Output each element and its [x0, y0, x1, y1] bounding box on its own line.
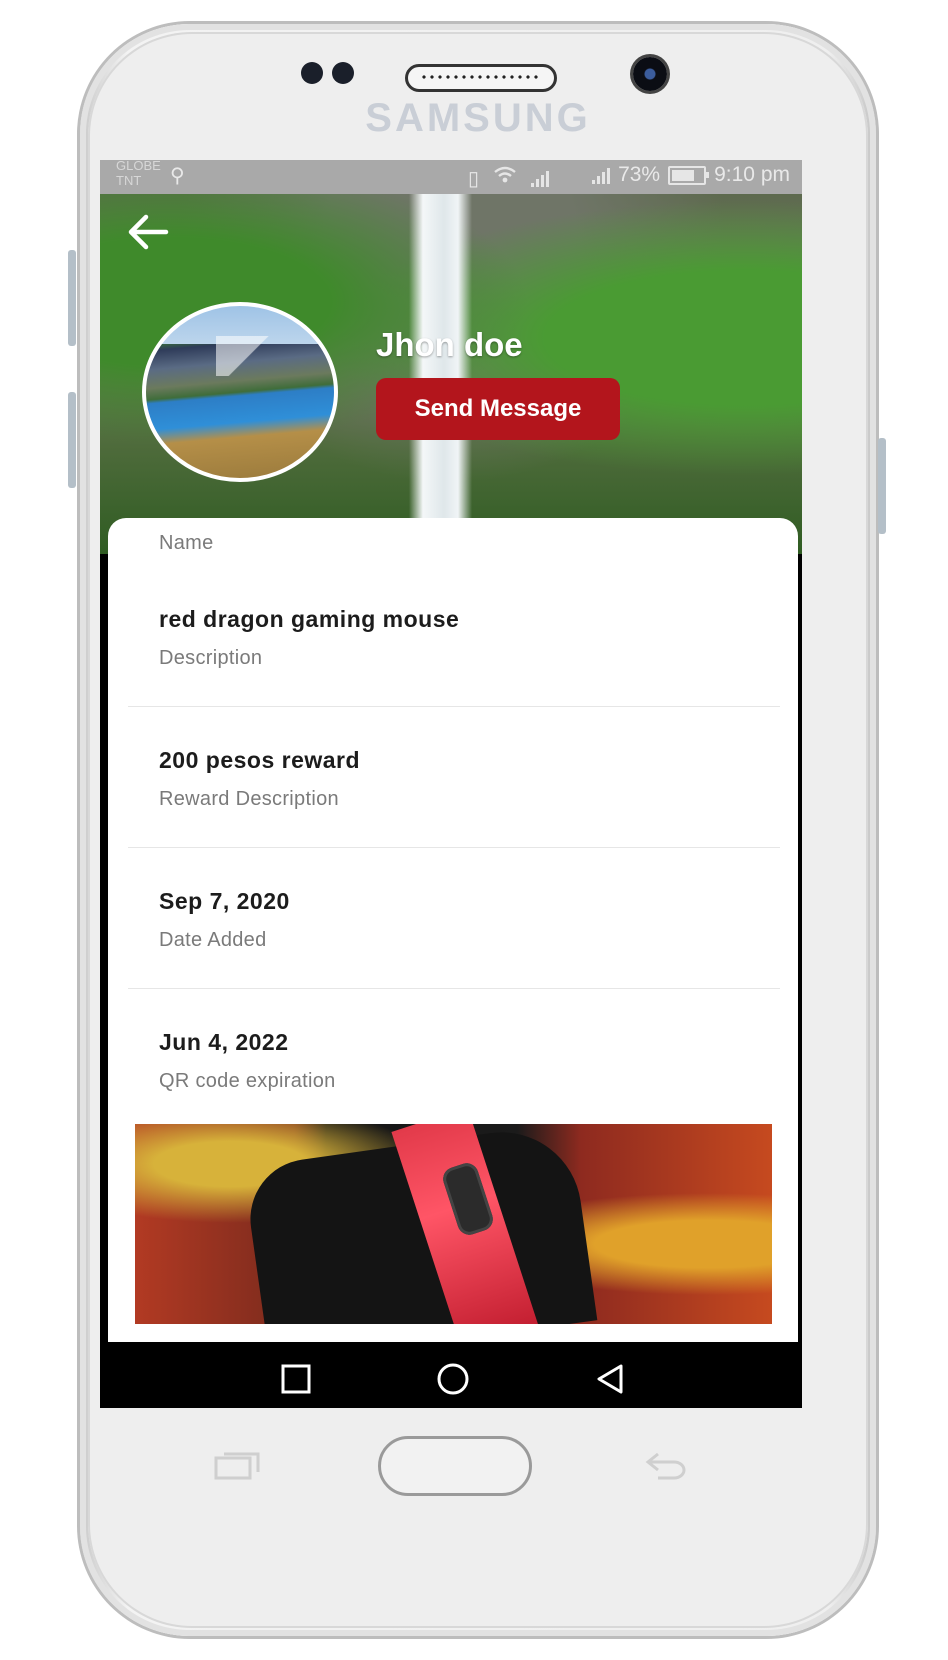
detail-item-description: red dragon gaming mouse Description [159, 606, 459, 670]
carrier-label: GLOBE TNT [116, 160, 161, 188]
clock: 9:10 pm [714, 163, 790, 186]
detail-value: red dragon gaming mouse [159, 606, 460, 632]
divider [128, 706, 780, 707]
recent-apps-hardware-key[interactable] [214, 1450, 260, 1488]
square-icon[interactable] [279, 1362, 313, 1396]
vibrate-icon: ▯ [468, 167, 480, 190]
detail-value: 200 pesos reward [159, 747, 361, 773]
item-photo[interactable] [135, 1124, 772, 1324]
divider [128, 988, 780, 989]
avatar[interactable] [142, 302, 338, 482]
proximity-sensor [301, 62, 323, 84]
circle-icon[interactable] [436, 1362, 470, 1396]
divider [128, 847, 780, 848]
detail-item-date-added: Sep 7, 2020 Date Added [159, 888, 290, 952]
carrier-line-1: GLOBE [116, 160, 161, 173]
send-message-button[interactable]: Send Message [376, 378, 620, 440]
detail-label: Reward Description [159, 788, 339, 810]
name-label: Name [159, 532, 214, 554]
detail-label: Description [159, 647, 263, 669]
phone-screen: GLOBE TNT ⚲ ▯ 73% 9:10 pm Jhon doe Send … [100, 160, 802, 1408]
detail-label: Date Added [159, 929, 267, 951]
power-key [878, 438, 886, 534]
battery-percent: 73% [618, 163, 661, 186]
navigation-bar [100, 1350, 802, 1408]
carrier-line-2: TNT [116, 173, 142, 188]
brand-logo: SAMSUNG [365, 96, 591, 140]
volume-down-key [68, 392, 76, 488]
home-hardware-key[interactable] [378, 1436, 532, 1496]
arrow-left-icon[interactable] [124, 208, 172, 256]
detail-value: Jun 4, 2022 [159, 1029, 289, 1055]
volume-up-key [68, 250, 76, 346]
profile-name: Jhon doe [376, 326, 523, 363]
detail-item-reward: 200 pesos reward Reward Description [159, 747, 360, 811]
status-right: 73% 9:10 pm [592, 163, 790, 187]
cover-photo: Jhon doe Send Message [100, 194, 802, 554]
detail-value: Sep 7, 2020 [159, 888, 290, 914]
signal-2-icon [592, 166, 611, 184]
light-sensor [332, 62, 354, 84]
front-camera [633, 57, 667, 91]
triangle-back-icon[interactable] [593, 1362, 627, 1396]
signal-1-icon [531, 169, 550, 187]
usb-icon: ⚲ [170, 165, 185, 187]
detail-item-qr-expiration: Jun 4, 2022 QR code expiration [159, 1029, 336, 1093]
item-details-card: Name red dragon gaming mouse Description… [108, 518, 798, 1342]
wifi-icon [493, 165, 517, 191]
detail-label: QR code expiration [159, 1070, 336, 1092]
earpiece-speaker [405, 64, 557, 92]
battery-icon [668, 165, 710, 185]
status-bar: GLOBE TNT ⚲ ▯ 73% 9:10 pm [100, 160, 802, 194]
back-hardware-key[interactable] [644, 1450, 690, 1488]
status-icons: ▯ [468, 165, 550, 191]
